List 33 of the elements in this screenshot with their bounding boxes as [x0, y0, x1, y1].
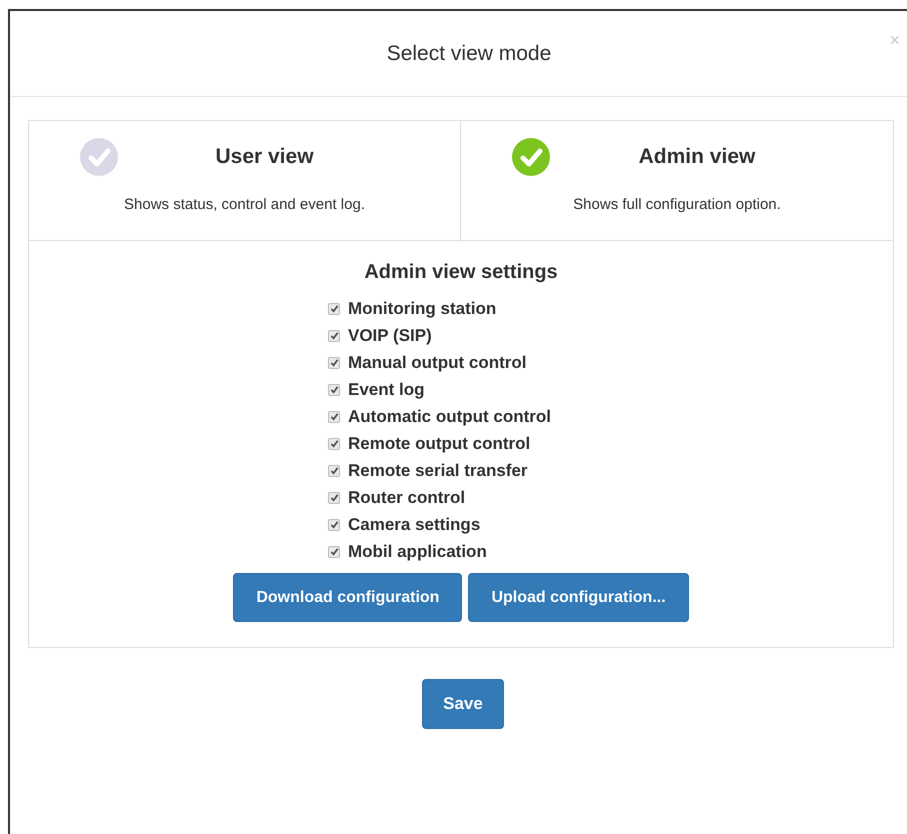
settings-title: Admin view settings: [364, 260, 558, 285]
checkbox[interactable]: [328, 356, 340, 368]
option-label: VOIP (SIP): [348, 324, 432, 347]
view-description: Shows full configuration option.: [573, 195, 781, 215]
checkbox[interactable]: [328, 546, 340, 558]
checkbox[interactable]: [328, 384, 340, 396]
option-label: Manual output control: [348, 352, 526, 374]
option-label: Router control: [348, 486, 466, 509]
save-button[interactable]: Save: [422, 679, 504, 729]
checkbox[interactable]: [328, 302, 340, 314]
option-label: Remote output control: [348, 432, 530, 455]
view-description: Shows status, control and event log.: [124, 195, 365, 215]
config-button[interactable]: Upload configuration...: [468, 573, 689, 622]
view-title: User view: [214, 144, 315, 170]
option-label: Monitoring station: [348, 298, 496, 320]
option-label: Automatic output control: [348, 406, 552, 428]
view-option[interactable]: User view Shows status, control and event log.: [29, 121, 461, 240]
config-button[interactable]: Download configuration: [233, 573, 462, 622]
view-option[interactable]: Admin view Shows full configuration option.: [461, 121, 893, 240]
check-circle-icon[interactable]: [511, 137, 551, 177]
check-circle-icon[interactable]: [79, 137, 119, 177]
checkbox[interactable]: [328, 438, 340, 450]
checkbox[interactable]: [328, 464, 340, 476]
dialog-title: Select view mode: [386, 40, 552, 67]
checkbox[interactable]: [328, 492, 340, 504]
checkbox[interactable]: [328, 518, 340, 530]
option-label: Event log: [348, 378, 425, 401]
view-title: Admin view: [638, 144, 756, 170]
option-label: Camera settings: [348, 514, 480, 536]
checkbox[interactable]: [328, 330, 340, 342]
option-label: Remote serial transfer: [348, 460, 528, 482]
checkbox[interactable]: [328, 410, 340, 422]
option-label: Mobil application: [348, 540, 487, 563]
